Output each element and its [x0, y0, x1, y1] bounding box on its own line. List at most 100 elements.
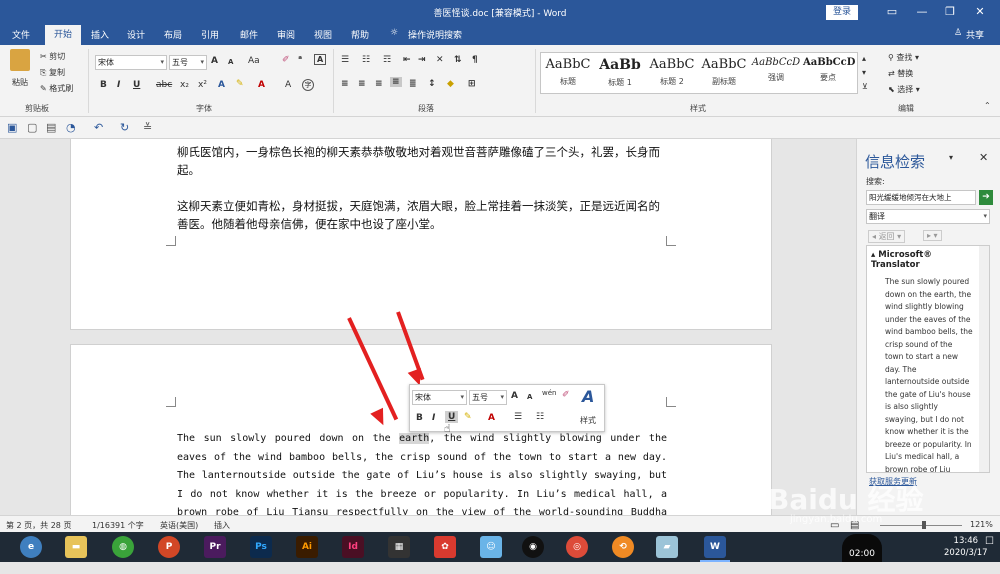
- forward-button[interactable]: ▸ ▾: [923, 230, 942, 241]
- justify-icon[interactable]: ≡: [390, 77, 402, 87]
- mini-format-painter-icon[interactable]: ✐: [562, 390, 570, 400]
- mini-grow-font-icon[interactable]: A: [511, 391, 518, 401]
- style-strong[interactable]: AaBbCcD 要点: [803, 57, 855, 83]
- style-heading1[interactable]: AaBb 标题 1: [595, 57, 645, 88]
- close-icon[interactable]: ✕: [970, 4, 990, 20]
- research-search-input[interactable]: 阳光缓缓地倾泻在大地上: [866, 190, 976, 205]
- char-border-icon[interactable]: A: [314, 54, 327, 65]
- styles-scroll-down-icon[interactable]: ▾: [862, 68, 866, 77]
- login-button[interactable]: 登录: [826, 5, 858, 20]
- char-shading-icon[interactable]: A: [285, 80, 291, 90]
- style-emphasis[interactable]: AaBbCcD 强调: [751, 57, 801, 83]
- tab-file[interactable]: 文件: [12, 28, 30, 41]
- pane-options-icon[interactable]: ▾: [949, 153, 953, 162]
- tab-review[interactable]: 审阅: [277, 28, 295, 41]
- ribbon-display-icon[interactable]: ▭: [882, 4, 902, 20]
- back-button[interactable]: ◂ 返回 ▾: [868, 230, 906, 243]
- pane-close-icon[interactable]: ✕: [979, 151, 988, 164]
- multilevel-list-icon[interactable]: ☶: [383, 55, 391, 65]
- service-select[interactable]: 翻译 ▾: [866, 209, 990, 224]
- tell-me-search[interactable]: 操作说明搜索: [408, 28, 462, 41]
- font-color-icon[interactable]: A: [258, 80, 265, 90]
- illustrator-icon[interactable]: Ai: [296, 536, 318, 558]
- redo-icon[interactable]: ↻: [120, 121, 129, 134]
- share-button[interactable]: 共享: [966, 28, 984, 41]
- paste-icon[interactable]: [10, 49, 30, 71]
- mini-bullets-icon[interactable]: ☰: [514, 412, 522, 422]
- video-editor-icon[interactable]: ▦: [388, 536, 410, 558]
- mini-phonetic-icon[interactable]: wén: [542, 389, 556, 397]
- align-left-icon[interactable]: ≡: [341, 79, 349, 89]
- tab-view[interactable]: 视图: [314, 28, 332, 41]
- mini-shrink-font-icon[interactable]: A: [527, 393, 532, 401]
- maximize-icon[interactable]: ❐: [940, 4, 960, 20]
- language[interactable]: 英语(美国): [160, 520, 198, 531]
- paragraph-2[interactable]: 这柳天素立便如青松，身材挺拔，天庭饱满，浓眉大眼，脸上常挂着一抹淡笑，正是远近闻…: [177, 197, 671, 233]
- app-icon[interactable]: ✿: [434, 536, 456, 558]
- shrink-font-button[interactable]: A: [228, 58, 233, 66]
- selected-word[interactable]: earth: [399, 433, 430, 444]
- mini-italic-button[interactable]: I: [432, 413, 435, 423]
- find-button[interactable]: ⚲ 查找 ▾: [888, 52, 919, 63]
- bold-button[interactable]: B: [100, 80, 107, 90]
- open-icon[interactable]: ▤: [46, 121, 56, 134]
- mini-styles-icon[interactable]: A: [582, 387, 594, 406]
- format-painter-button[interactable]: ✎ 格式刷: [40, 83, 73, 94]
- mini-font-select[interactable]: 宋体 ▾: [412, 390, 467, 405]
- zoom-thumb[interactable]: [922, 521, 926, 529]
- qq-icon[interactable]: ◉: [522, 536, 544, 558]
- style-title[interactable]: AaBbC 标题: [543, 57, 593, 87]
- folder-icon[interactable]: ▬: [65, 536, 87, 558]
- replace-button[interactable]: ⇄ 替换: [888, 68, 913, 79]
- collapse-ribbon-icon[interactable]: ⌃: [984, 101, 991, 110]
- minimize-icon[interactable]: —: [912, 4, 932, 20]
- line-spacing-icon[interactable]: ↕: [428, 79, 436, 89]
- superscript-button[interactable]: x²: [198, 80, 207, 90]
- decrease-indent-icon[interactable]: ⇤: [403, 55, 411, 65]
- tab-design[interactable]: 设计: [127, 28, 145, 41]
- shading-icon[interactable]: ◆: [447, 79, 454, 89]
- undo-icon[interactable]: ↶: [94, 121, 103, 134]
- translator-section[interactable]: ▴ Microsoft® Translator: [871, 250, 955, 270]
- save-icon[interactable]: ▣: [7, 121, 17, 134]
- zoom-slider[interactable]: [880, 525, 962, 526]
- app-blue-icon[interactable]: ▰: [656, 536, 678, 558]
- numbering-icon[interactable]: ☷: [362, 55, 370, 65]
- grow-font-button[interactable]: A: [211, 56, 218, 66]
- chinese-layout-icon[interactable]: ✕: [436, 55, 444, 65]
- mini-numbering-icon[interactable]: ☷: [536, 412, 544, 422]
- word-icon[interactable]: W: [704, 536, 726, 558]
- insert-mode[interactable]: 插入: [214, 520, 230, 531]
- mini-highlight-icon[interactable]: ✎: [464, 412, 472, 422]
- clock[interactable]: 13:46 2020/3/17: [944, 535, 988, 559]
- zoom-level[interactable]: 121%: [970, 520, 993, 529]
- new-doc-icon[interactable]: ▢: [27, 121, 37, 134]
- scrollbar[interactable]: [979, 246, 989, 472]
- borders-icon[interactable]: ⊞: [468, 79, 476, 89]
- indesign-icon[interactable]: Id: [342, 536, 364, 558]
- italic-button[interactable]: I: [117, 80, 120, 90]
- tab-references[interactable]: 引用: [201, 28, 219, 41]
- sort-icon[interactable]: ⇅: [454, 55, 462, 65]
- timer-widget[interactable]: 02:00: [842, 534, 882, 562]
- underline-button[interactable]: U: [133, 80, 140, 90]
- copy-button[interactable]: ⎘ 复制: [40, 67, 65, 78]
- read-mode-icon[interactable]: ◔: [66, 121, 76, 134]
- browser-icon[interactable]: e: [20, 536, 42, 558]
- clear-format-icon[interactable]: ✐: [282, 55, 290, 65]
- mini-size-select[interactable]: 五号 ▾: [469, 390, 507, 405]
- word-count[interactable]: 1/16391 个字: [92, 520, 144, 531]
- premiere-icon[interactable]: Pr: [204, 536, 226, 558]
- tab-help[interactable]: 帮助: [351, 28, 369, 41]
- wechat-icon[interactable]: ◍: [112, 536, 134, 558]
- select-button[interactable]: ⬉ 选择 ▾: [888, 84, 920, 95]
- bullets-icon[interactable]: ☰: [341, 55, 349, 65]
- tab-layout[interactable]: 布局: [164, 28, 182, 41]
- search-go-icon[interactable]: ➔: [979, 190, 993, 205]
- increase-indent-icon[interactable]: ⇥: [418, 55, 426, 65]
- tab-home[interactable]: 开始: [45, 25, 82, 45]
- distribute-icon[interactable]: ≣: [409, 79, 417, 89]
- paragraph-1[interactable]: 柳氏医馆内，一身棕色长袍的柳天素恭恭敬敬地对着观世音菩萨雕像磕了三个头，礼罢，长…: [177, 143, 671, 179]
- strikethrough-button[interactable]: abc: [156, 80, 172, 90]
- highlight-icon[interactable]: ✎: [236, 79, 244, 89]
